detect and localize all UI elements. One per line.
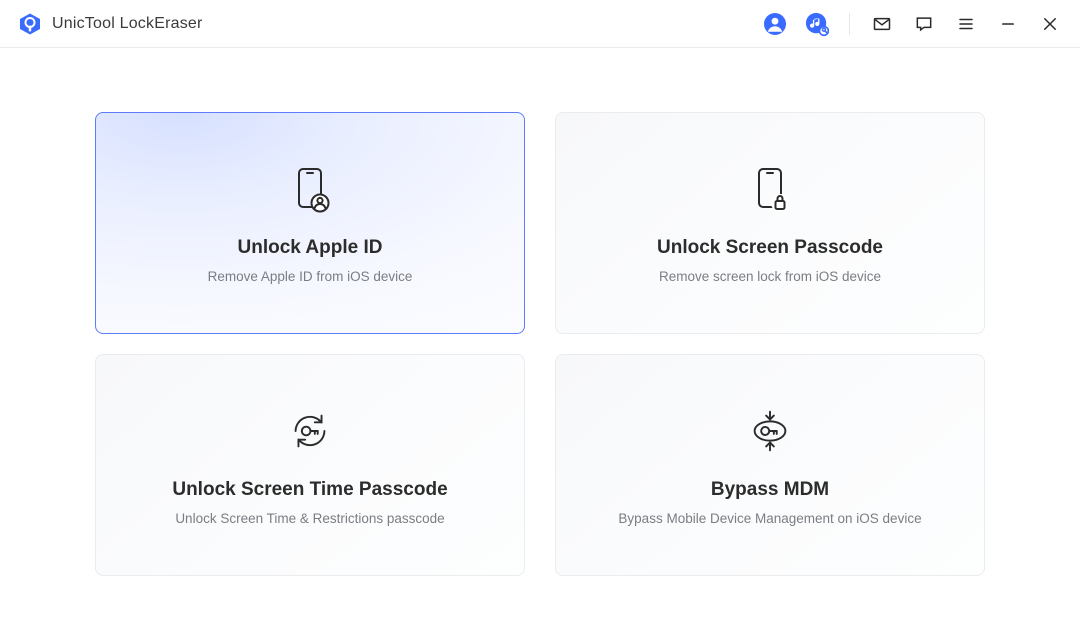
card-title: Bypass MDM [711, 479, 829, 501]
chat-icon[interactable] [912, 12, 936, 36]
card-bypass-mdm[interactable]: Bypass MDM Bypass Mobile Device Manageme… [555, 354, 985, 576]
app-title: UnicTool LockEraser [52, 15, 203, 33]
titlebar-divider [849, 13, 850, 35]
menu-icon[interactable] [954, 12, 978, 36]
main-content: Unlock Apple ID Remove Apple ID from iOS… [0, 48, 1080, 640]
mail-icon[interactable] [870, 12, 894, 36]
minimize-icon[interactable] [996, 12, 1020, 36]
card-unlock-screen-time[interactable]: Unlock Screen Time Passcode Unlock Scree… [95, 354, 525, 576]
card-subtitle: Remove Apple ID from iOS device [208, 269, 413, 284]
music-app-icon[interactable] [805, 12, 829, 36]
refresh-key-icon [285, 405, 335, 457]
card-unlock-apple-id[interactable]: Unlock Apple ID Remove Apple ID from iOS… [95, 112, 525, 334]
account-icon[interactable] [763, 12, 787, 36]
card-unlock-screen-passcode[interactable]: Unlock Screen Passcode Remove screen loc… [555, 112, 985, 334]
brand: UnicTool LockEraser [18, 12, 203, 36]
card-title: Unlock Screen Time Passcode [172, 479, 447, 501]
card-title: Unlock Screen Passcode [657, 237, 883, 259]
feature-grid: Unlock Apple ID Remove Apple ID from iOS… [95, 112, 985, 576]
close-icon[interactable] [1038, 12, 1062, 36]
card-title: Unlock Apple ID [238, 237, 383, 259]
titlebar: UnicTool LockEraser [0, 0, 1080, 48]
titlebar-controls [763, 12, 1062, 36]
app-window: UnicTool LockEraser [0, 0, 1080, 640]
phone-lock-icon [744, 163, 796, 215]
card-subtitle: Bypass Mobile Device Management on iOS d… [618, 511, 921, 526]
compress-key-icon [745, 405, 795, 457]
app-logo-icon [18, 12, 42, 36]
card-subtitle: Remove screen lock from iOS device [659, 269, 881, 284]
card-subtitle: Unlock Screen Time & Restrictions passco… [175, 511, 444, 526]
phone-user-icon [284, 163, 336, 215]
